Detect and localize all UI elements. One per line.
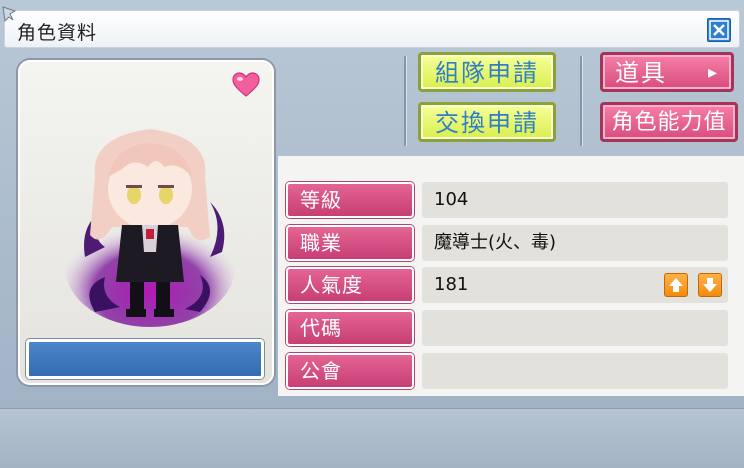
level-label: 等級 [286, 182, 414, 218]
title-bar[interactable]: 角色資料 [2, 6, 740, 48]
close-icon [709, 20, 729, 40]
trade-request-button[interactable]: 交換申請 [418, 102, 556, 142]
window-footer [0, 408, 744, 468]
items-arrow-icon: ▸ [707, 62, 719, 83]
close-button[interactable] [707, 18, 731, 42]
code-label: 代碼 [286, 310, 414, 346]
button-divider [404, 56, 407, 146]
character-avatar [65, 129, 235, 327]
level-value: 104 [422, 182, 728, 218]
code-value [422, 310, 728, 346]
job-label: 職業 [286, 225, 414, 261]
party-request-button[interactable]: 組隊申請 [418, 52, 556, 92]
items-button-label: 道具 [615, 59, 667, 87]
portrait-panel [18, 60, 274, 385]
arrow-down-icon [703, 278, 717, 292]
character-name-bar [26, 339, 264, 379]
job-value: 魔導士(火、毒) [422, 225, 728, 261]
button-divider [580, 56, 583, 146]
character-info-table: 等級 104 職業 魔導士(火、毒) 人氣度 181 代碼 公會 [278, 156, 744, 396]
window-title: 角色資料 [17, 22, 98, 44]
items-button[interactable]: 道具 ▸ [600, 52, 734, 92]
guild-value [422, 353, 728, 389]
character-stats-button[interactable]: 角色能力值 [600, 102, 738, 142]
heart-icon[interactable] [232, 72, 260, 98]
guild-label: 公會 [286, 353, 414, 389]
character-info-window: 角色資料 組隊申請 交換申請 道具 ▸ 角色能力值 等級 104 職業 魔導士(… [0, 0, 744, 468]
fame-down-button[interactable] [698, 273, 722, 297]
arrow-up-icon [669, 278, 683, 292]
fame-up-button[interactable] [664, 273, 688, 297]
fame-label: 人氣度 [286, 267, 414, 303]
